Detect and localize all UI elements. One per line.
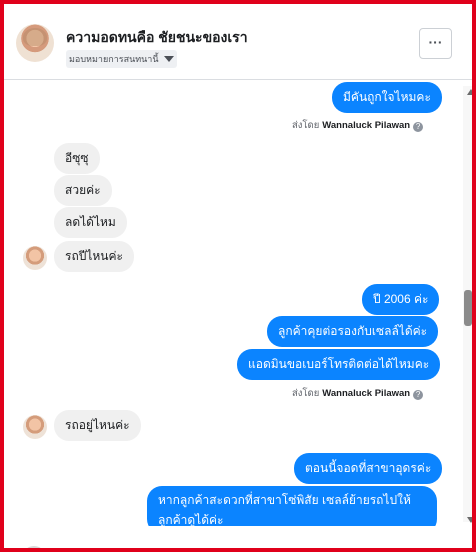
chevron-down-icon xyxy=(163,56,174,62)
contact-name[interactable]: ความอดทนคือ ชัยชนะของเรา xyxy=(66,27,248,49)
sent-by-note: ส่งโดย Wannaluck Pilawan? xyxy=(292,386,424,401)
sender-avatar xyxy=(23,415,47,439)
contact-avatar[interactable] xyxy=(16,24,54,62)
outgoing-message[interactable]: หากลูกค้าสะดวกที่สาขาโซ่พิสัย เซลล์ย้ายร… xyxy=(147,486,437,526)
sent-by-note: ส่งโดย Wannaluck Pilawan? xyxy=(292,118,424,133)
incoming-message[interactable]: อีซุซุ xyxy=(54,143,100,174)
help-icon[interactable]: ? xyxy=(413,390,424,400)
incoming-message[interactable]: รถอยู่ไหนค่ะ xyxy=(54,410,141,441)
sent-by-prefix: ส่งโดย xyxy=(292,120,320,131)
scroll-down-arrow[interactable] xyxy=(467,517,472,523)
sent-by-name[interactable]: Wannaluck Pilawan xyxy=(322,388,410,399)
help-icon[interactable]: ? xyxy=(413,122,424,132)
more-options-button[interactable]: ··· xyxy=(419,28,452,59)
incoming-message[interactable]: สวยค่ะ xyxy=(54,175,112,206)
outgoing-message[interactable]: ปี 2006 ค่ะ xyxy=(362,284,440,315)
incoming-message[interactable]: ลดได้ไหม xyxy=(54,207,127,238)
scroll-thumb[interactable] xyxy=(464,290,472,326)
sent-by-prefix: ส่งโดย xyxy=(292,388,320,399)
conversation-header: ความอดทนคือ ชัยชนะของเรา มอบหมายการสนทนา… xyxy=(4,4,472,80)
assign-conversation-dropdown[interactable]: มอบหมายการสนทนานี้ xyxy=(66,50,177,68)
composer-avatar xyxy=(22,546,46,548)
chat-window: ความอดทนคือ ชัยชนะของเรา มอบหมายการสนทนา… xyxy=(0,0,476,552)
outgoing-message[interactable]: มีคันถูกใจไหมคะ xyxy=(332,82,442,113)
incoming-message[interactable]: รถปีไหนค่ะ xyxy=(54,241,134,272)
sender-avatar xyxy=(23,246,47,270)
message-list[interactable]: มีคันถูกใจไหมคะ ส่งโดย Wannaluck Pilawan?… xyxy=(4,81,462,526)
outgoing-message[interactable]: ลูกค้าคุยต่อรองกับเซลล์ได้ค่ะ xyxy=(267,316,439,347)
scroll-up-arrow[interactable] xyxy=(467,89,472,95)
assign-conversation-label: มอบหมายการสนทนานี้ xyxy=(69,54,159,64)
sent-by-name[interactable]: Wannaluck Pilawan xyxy=(322,120,410,131)
outgoing-message[interactable]: ตอนนี้จอดที่สาขาอุดรค่ะ xyxy=(294,453,443,484)
outgoing-message[interactable]: แอดมินขอเบอร์โทรติดต่อได้ไหมคะ xyxy=(237,349,441,380)
